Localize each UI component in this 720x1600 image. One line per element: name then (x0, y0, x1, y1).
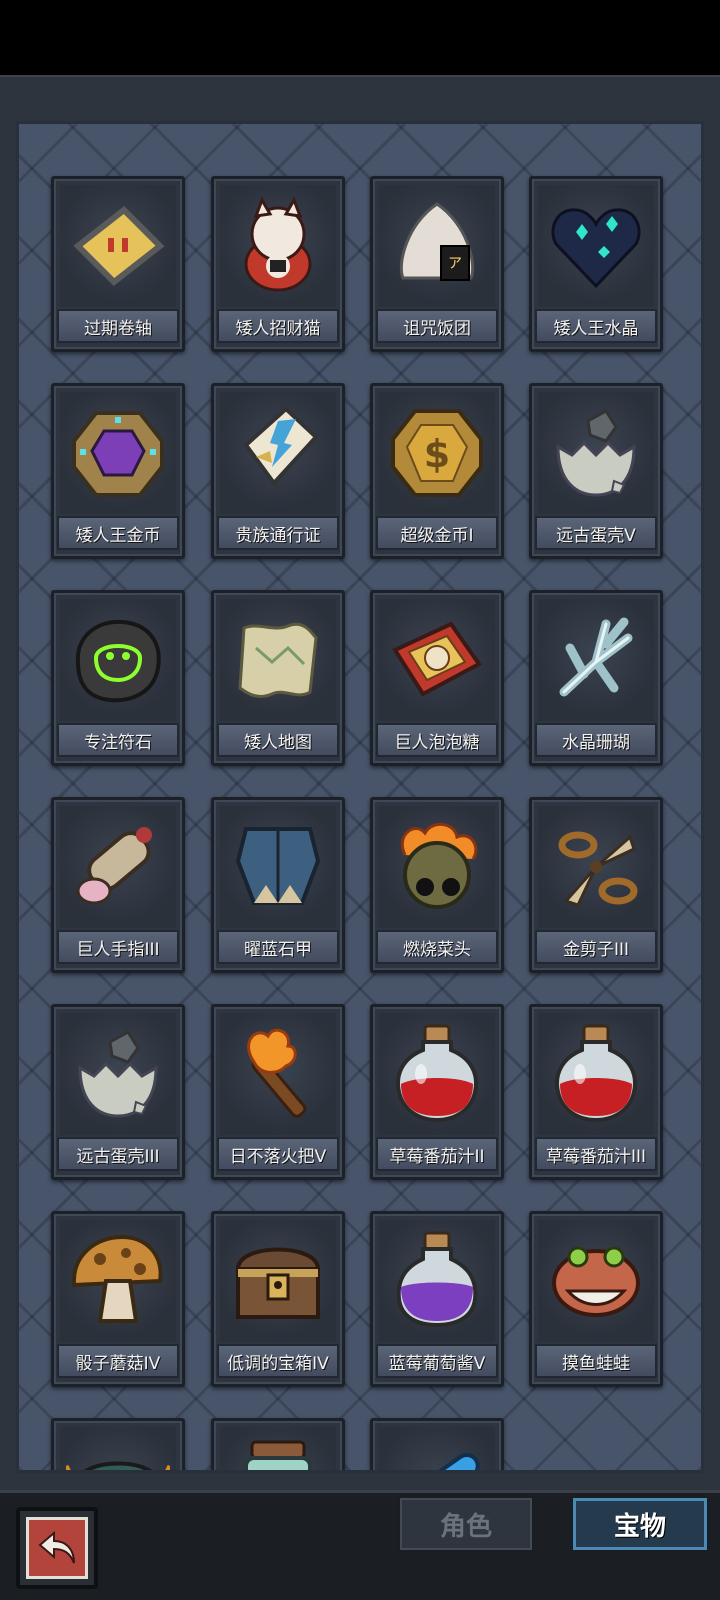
torch-icon (220, 1013, 336, 1135)
treasure-slot[interactable]: 巨人手指III (51, 797, 185, 973)
treasure-slot[interactable]: 远古蛋壳III (51, 1004, 185, 1180)
coral-icon (538, 599, 654, 721)
treasure-slot[interactable]: 日不落火把V (211, 1004, 345, 1180)
mushroom-icon (60, 1220, 176, 1342)
inventory-frame: 过期卷轴 矮人招财猫ア诅咒饭团 矮人王水晶 矮人王金币 贵族通行证 $ 超级金币I 远古蛋壳V… (0, 75, 720, 1490)
treasure-name: 日不落火把V (217, 1137, 339, 1171)
scroll-icon (60, 185, 176, 307)
treasure-name: 骰子蘑菇IV (57, 1344, 179, 1378)
treasure-name: 草莓番茄汁III (535, 1137, 657, 1171)
treasure-name: 摸鱼蛙蛙 (535, 1344, 657, 1378)
back-button[interactable] (16, 1507, 98, 1589)
treasure-name: 低调的宝箱IV (217, 1344, 339, 1378)
treasure-slot[interactable]: 矮人王水晶 (529, 176, 663, 352)
scissors-icon (538, 806, 654, 928)
purple-potion-icon (379, 1220, 495, 1342)
treasure-name: 矮人王水晶 (535, 309, 657, 343)
eggshell-icon (60, 1013, 176, 1135)
treasure-name: 矮人地图 (217, 723, 339, 757)
treasure-slot[interactable] (51, 1418, 185, 1470)
treasure-name: 矮人王金币 (57, 516, 179, 550)
treasure-slot[interactable]: 水晶珊瑚 (529, 590, 663, 766)
treasure-slot[interactable]: 过期卷轴 (51, 176, 185, 352)
treasure-name: 巨人泡泡糖 (376, 723, 498, 757)
gold-coin-icon: $ (379, 392, 495, 514)
armor-icon (220, 806, 336, 928)
treasure-slot[interactable]: 矮人地图 (211, 590, 345, 766)
treasure-slot[interactable]: 低调的宝箱IV (211, 1211, 345, 1387)
eggshell-icon (538, 392, 654, 514)
treasure-name: 草莓番茄汁II (376, 1137, 498, 1171)
treasure-name: 过期卷轴 (57, 309, 179, 343)
crystal-heart-icon (538, 185, 654, 307)
red-potion-icon (538, 1013, 654, 1135)
treasure-name: 远古蛋壳V (535, 516, 657, 550)
treasure-name: 燃烧菜头 (376, 930, 498, 964)
treasure-name: 专注符石 (57, 723, 179, 757)
treasure-slot[interactable]: 骰子蘑菇IV (51, 1211, 185, 1387)
rune-stone-icon (60, 599, 176, 721)
giant-finger-icon (60, 806, 176, 928)
gum-pack-icon (379, 599, 495, 721)
treasure-grid[interactable]: 过期卷轴 矮人招财猫ア诅咒饭团 矮人王水晶 矮人王金币 贵族通行证 $ 超级金币I 远古蛋壳V… (16, 121, 704, 1473)
treasure-slot[interactable]: 曜蓝石甲 (211, 797, 345, 973)
treasure-name: 贵族通行证 (217, 516, 339, 550)
treasure-slot[interactable]: 草莓番茄汁II (370, 1004, 504, 1180)
treasure-name: 巨人手指III (57, 930, 179, 964)
svg-text:ア: ア (448, 256, 462, 272)
treasure-name: 曜蓝石甲 (217, 930, 339, 964)
blue-crystal-icon (379, 1427, 495, 1470)
treasure-slot[interactable]: ア诅咒饭团 (370, 176, 504, 352)
jar-icon (220, 1427, 336, 1470)
rice-ball-icon: ア (379, 185, 495, 307)
treasure-slot[interactable]: 摸鱼蛙蛙 (529, 1211, 663, 1387)
treasure-slot[interactable] (370, 1418, 504, 1470)
pass-card-icon (220, 392, 336, 514)
treasure-slot[interactable]: 草莓番茄汁III (529, 1004, 663, 1180)
frog-icon (538, 1220, 654, 1342)
treasure-name: 金剪子III (535, 930, 657, 964)
treasure-slot[interactable]: 矮人招财猫 (211, 176, 345, 352)
treasure-slot[interactable]: 专注符石 (51, 590, 185, 766)
back-arrow-icon (26, 1517, 88, 1579)
status-bar (0, 0, 720, 75)
treasure-name: 诅咒饭团 (376, 309, 498, 343)
tab-role[interactable]: 角色 (397, 1495, 535, 1553)
treasure-name: 超级金币I (376, 516, 498, 550)
treasure-chest-icon (220, 1220, 336, 1342)
treasure-slot[interactable]: 贵族通行证 (211, 383, 345, 559)
svg-text:$: $ (424, 432, 450, 476)
lucky-cat-icon (220, 185, 336, 307)
treasure-name: 水晶珊瑚 (535, 723, 657, 757)
treasure-name: 矮人招财猫 (217, 309, 339, 343)
treasure-slot[interactable]: 燃烧菜头 (370, 797, 504, 973)
treasure-slot[interactable]: 蓝莓葡萄酱V (370, 1211, 504, 1387)
map-icon (220, 599, 336, 721)
treasure-slot[interactable] (211, 1418, 345, 1470)
treasure-slot[interactable]: 矮人王金币 (51, 383, 185, 559)
treasure-slot[interactable]: $ 超级金币I (370, 383, 504, 559)
treasure-slot[interactable]: 远古蛋壳V (529, 383, 663, 559)
gem-coin-icon (60, 392, 176, 514)
red-potion-icon (379, 1013, 495, 1135)
treasure-slot[interactable]: 金剪子III (529, 797, 663, 973)
bottom-bar: 角色 宝物 (0, 1490, 720, 1600)
treasure-name: 蓝莓葡萄酱V (376, 1344, 498, 1378)
burning-head-icon (379, 806, 495, 928)
treasure-name: 远古蛋壳III (57, 1137, 179, 1171)
treasure-slot[interactable]: 巨人泡泡糖 (370, 590, 504, 766)
tab-treasure[interactable]: 宝物 (570, 1495, 710, 1553)
mask-icon (60, 1427, 176, 1470)
